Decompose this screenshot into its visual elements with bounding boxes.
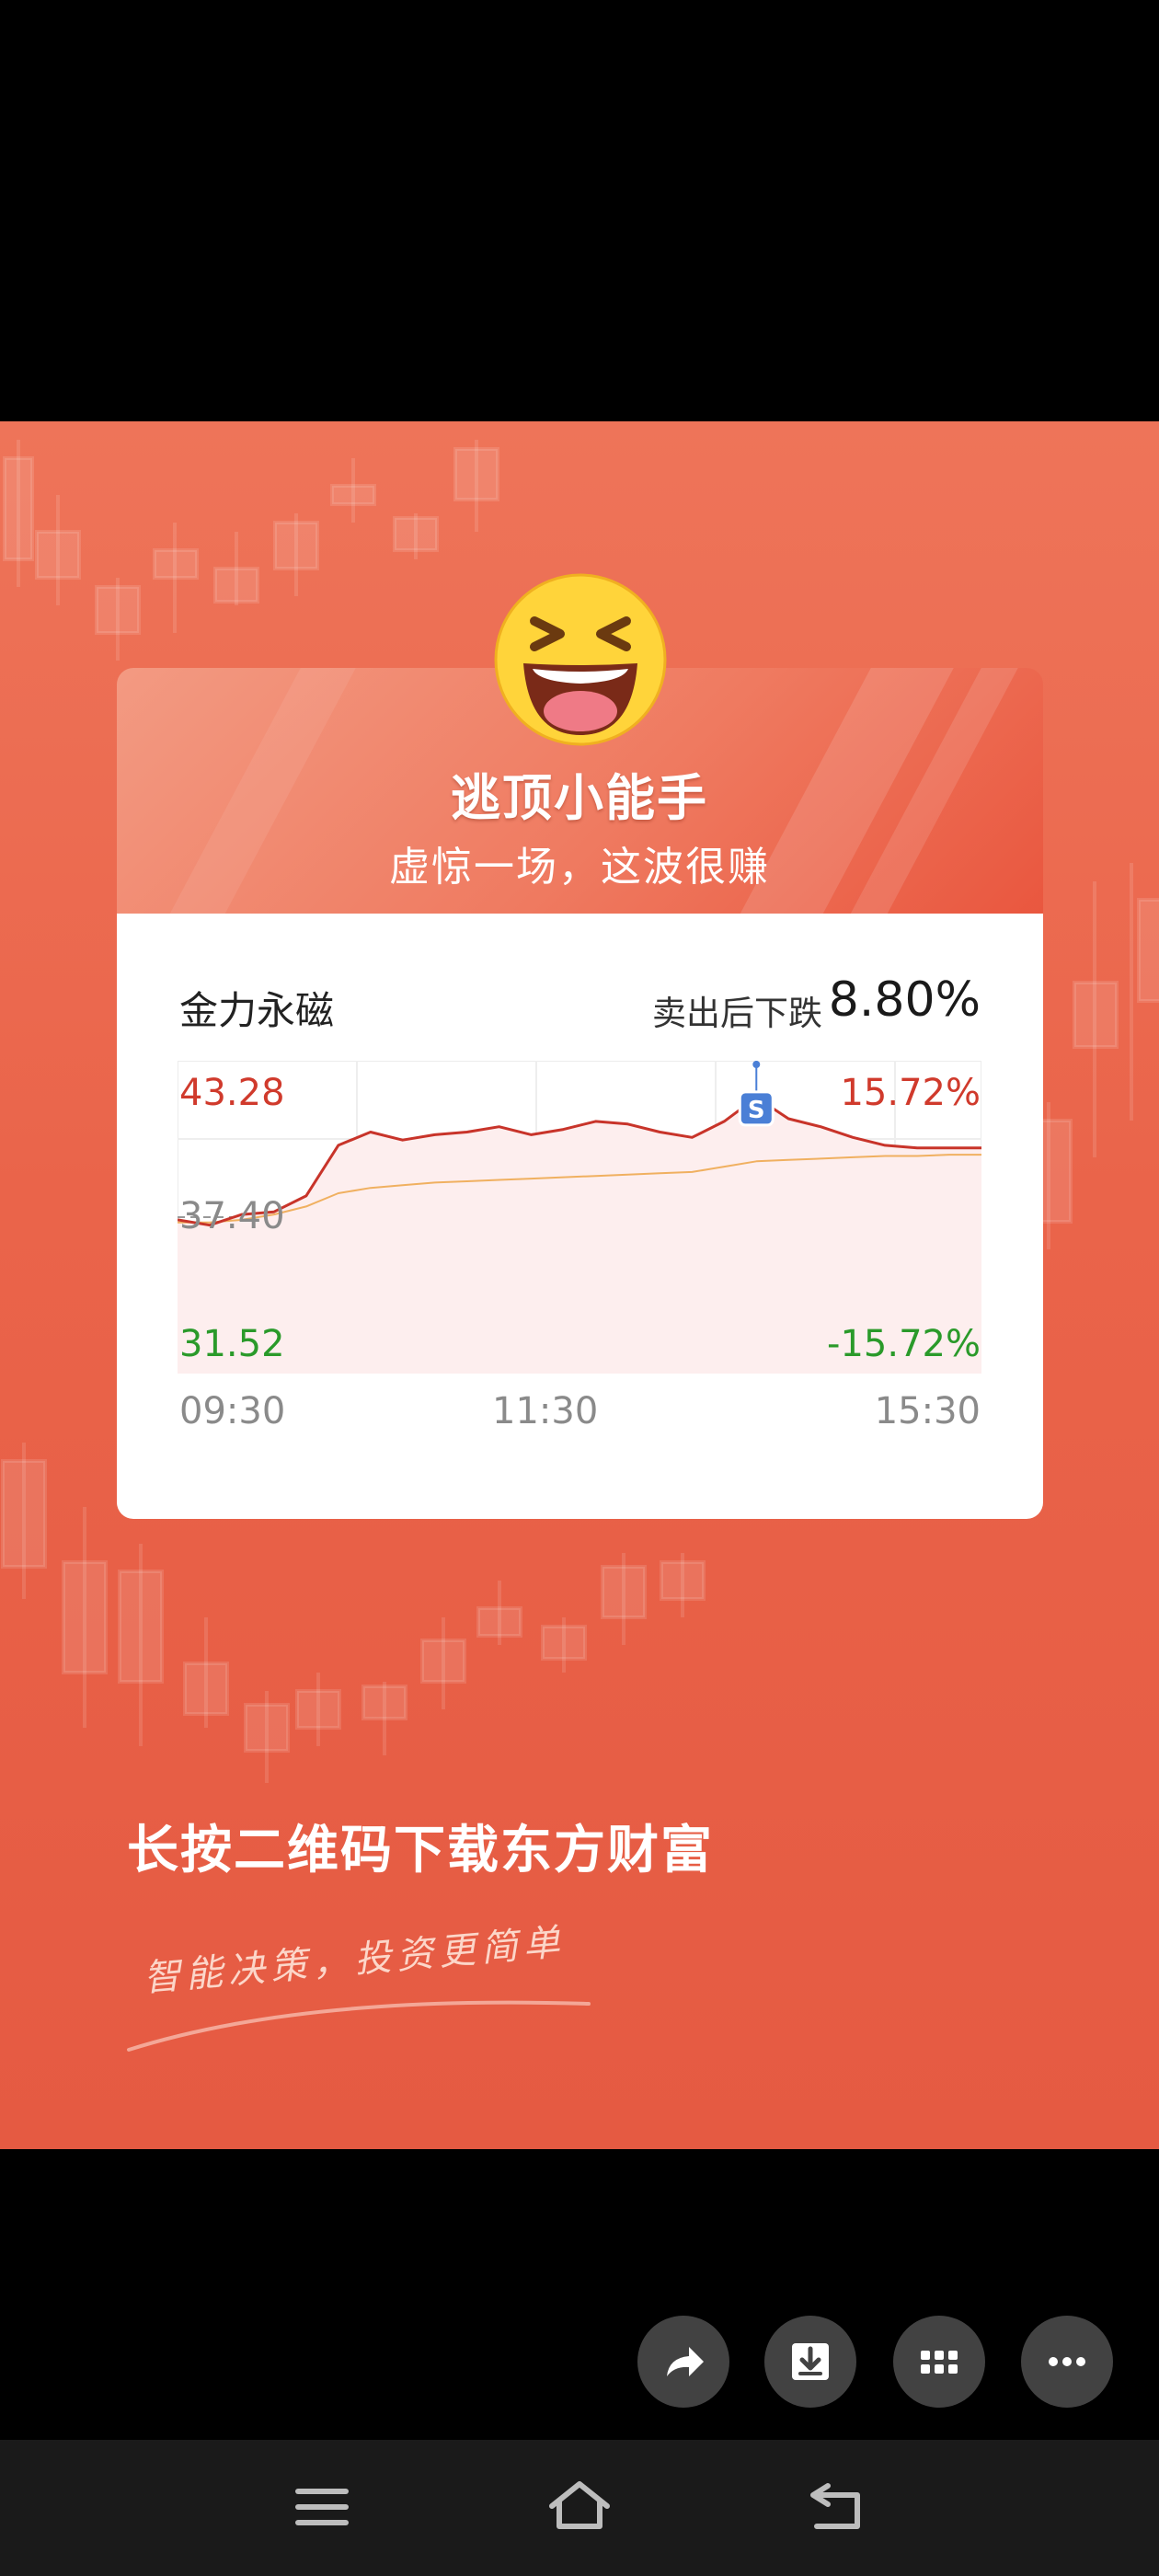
more-button[interactable] — [1021, 2316, 1113, 2408]
download-cta: 长按二维码下载东方财富 — [127, 1821, 714, 1880]
stock-card: 金力永磁 卖出后下跌 8.80% S 43.28 15.72% 37.40 31… — [117, 914, 1043, 1519]
share-icon — [667, 2347, 704, 2376]
system-navbar — [0, 2440, 1159, 2576]
sell-marker-label: S — [748, 1097, 765, 1124]
x-tick-mid: 11:30 — [492, 1390, 599, 1432]
stock-name: 金力永磁 — [179, 988, 335, 1033]
share-button[interactable] — [637, 2316, 729, 2408]
slogan-swoosh — [127, 2000, 591, 2052]
apps-button[interactable] — [893, 2316, 985, 2408]
more-icon — [1049, 2357, 1085, 2366]
grid-icon — [921, 2351, 958, 2374]
y-high-label: 43.28 — [179, 1072, 285, 1114]
download-button[interactable] — [764, 2316, 856, 2408]
x-tick-start: 09:30 — [179, 1390, 286, 1432]
sell-marker-dot — [752, 1061, 761, 1068]
drop-label: 卖出后下跌 — [652, 994, 822, 1033]
home-icon[interactable] — [543, 2475, 616, 2539]
poster-subtitle: 虚惊一场，这波很赚 — [389, 844, 770, 891]
y-low-label: 31.52 — [179, 1323, 285, 1365]
poster-title: 逃顶小能手 — [451, 769, 708, 827]
laughing-emoji-icon — [494, 573, 667, 746]
back-icon[interactable] — [800, 2475, 874, 2539]
y-mid-label: 37.40 — [179, 1195, 285, 1237]
share-poster: 逃顶小能手 虚惊一场，这波很赚 金力永磁 卖出后下跌 8.80% S 43.28… — [0, 421, 1159, 2149]
download-icon — [792, 2343, 829, 2380]
pct-high-label: 15.72% — [840, 1072, 981, 1114]
pct-low-label: -15.72% — [827, 1323, 981, 1365]
drop-value: 8.80% — [828, 972, 981, 1028]
x-tick-end: 15:30 — [874, 1390, 981, 1432]
menu-icon[interactable] — [285, 2475, 359, 2539]
